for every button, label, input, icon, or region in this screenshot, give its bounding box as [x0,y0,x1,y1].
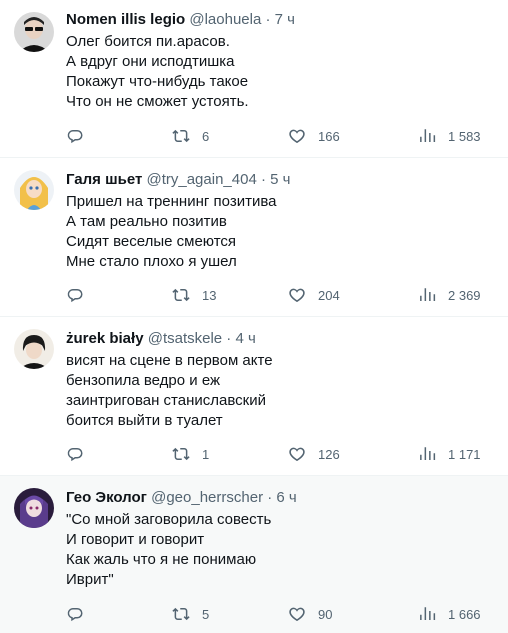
like-count: 204 [318,287,340,303]
heart-icon [289,447,305,462]
tweet[interactable]: Галя шьет @try_again_404 · 5 ч Пришел на… [0,158,508,317]
tweet-line: Как жаль что я не понимаю [66,551,257,568]
views-icon [420,129,436,142]
reply-button[interactable] [66,126,96,146]
tweet[interactable]: żurek biały @tsatskele · 4 ч висят на сц… [0,317,508,476]
avatar[interactable] [14,170,54,210]
separator: · [222,330,236,347]
tweet-line: бензопила ведро и еж [66,372,221,389]
tweet-header: Nomen illis legio @laohuela · 7 ч [66,10,496,30]
tweet-line: Иврит" [66,571,114,588]
view-count: 1 171 [448,446,481,462]
tweet-line: А там реально позитив [66,213,227,230]
tweet-line: Мне стало плохо я ушел [66,253,237,270]
tweet-line: А вдруг они исподтишка [66,53,235,70]
timestamp[interactable]: 7 ч [275,11,295,28]
avatar[interactable] [14,12,54,52]
tweet-header: Галя шьет @try_again_404 · 5 ч [66,170,496,190]
display-name[interactable]: Гео Эколог [66,489,147,506]
views-icon [420,447,436,460]
retweet-icon [172,129,190,143]
retweet-count: 1 [202,446,210,462]
timestamp[interactable]: 4 ч [235,330,255,347]
retweet-count: 6 [202,128,210,144]
tweet-text: висят на сцене в первом акте бензопила в… [66,351,496,431]
like-button[interactable]: 166 [288,126,340,146]
reply-icon [67,608,83,622]
tweet[interactable]: Гео Эколог @geo_herrscher · 6 ч "Со мной… [0,476,508,633]
tweet-line: Пришел на треннинг позитива [66,193,277,210]
separator: · [263,489,277,506]
tweet-header: żurek biały @tsatskele · 4 ч [66,329,496,349]
reply-button[interactable] [66,285,96,305]
tweet-line: заинтригован станиславский [66,392,266,409]
view-count: 1 583 [448,128,481,144]
tweet-line: Олег боится пи.арасов. [66,33,230,50]
retweet-button[interactable]: 5 [172,604,209,624]
tweet-line: боится выйти в туалет [66,412,223,429]
display-name[interactable]: Галя шьет [66,171,142,188]
heart-icon [289,607,305,622]
retweet-button[interactable]: 13 [172,285,216,305]
display-name[interactable]: żurek biały [66,330,144,347]
views-icon [420,607,436,620]
reply-icon [67,130,83,144]
reply-icon [67,289,83,303]
views-button[interactable]: 1 171 [418,444,481,464]
retweet-icon [172,288,190,302]
timeline-feed: Nomen illis legio @laohuela · 7 ч Олег б… [0,0,508,633]
action-bar: 6 166 1 583 [66,126,496,146]
handle[interactable]: @try_again_404 [146,171,256,188]
action-bar: 13 204 2 369 [66,285,496,305]
retweet-icon [172,447,190,461]
like-count: 166 [318,128,340,144]
like-button[interactable]: 126 [288,444,340,464]
tweet-line: И говорит и говорит [66,531,205,548]
retweet-button[interactable]: 6 [172,126,209,146]
views-icon [420,288,436,301]
handle[interactable]: @laohuela [189,11,261,28]
reply-icon [67,448,83,462]
views-button[interactable]: 1 666 [418,604,481,624]
tweet-header: Гео Эколог @geo_herrscher · 6 ч [66,488,496,508]
action-bar: 1 126 1 171 [66,444,496,464]
like-button[interactable]: 204 [288,285,340,305]
view-count: 2 369 [448,287,481,303]
retweet-count: 5 [202,606,210,622]
tweet[interactable]: Nomen illis legio @laohuela · 7 ч Олег б… [0,0,508,158]
handle[interactable]: @tsatskele [148,330,222,347]
like-count: 126 [318,446,340,462]
tweet-text: "Со мной заговорила совесть И говорит и … [66,510,496,590]
heart-icon [289,288,305,303]
like-count: 90 [318,606,333,622]
avatar[interactable] [14,488,54,528]
tweet-line: Что он не сможет устоять. [66,93,249,110]
views-button[interactable]: 1 583 [418,126,481,146]
action-bar: 5 90 1 666 [66,604,496,624]
retweet-button[interactable]: 1 [172,444,209,464]
reply-button[interactable] [66,604,96,624]
separator: · [261,11,275,28]
like-button[interactable]: 90 [288,604,332,624]
avatar[interactable] [14,329,54,369]
display-name[interactable]: Nomen illis legio [66,11,185,28]
tweet-line: Покажут что-нибудь такое [66,73,249,90]
handle[interactable]: @geo_herrscher [151,489,263,506]
tweet-line: висят на сцене в первом акте [66,352,273,369]
reply-button[interactable] [66,444,96,464]
timestamp[interactable]: 5 ч [270,171,290,188]
tweet-line: "Со мной заговорила совесть [66,511,272,528]
heart-icon [289,129,305,144]
tweet-line: Сидят веселые смеются [66,233,237,250]
retweet-count: 13 [202,287,217,303]
timestamp[interactable]: 6 ч [276,489,296,506]
view-count: 1 666 [448,606,481,622]
tweet-text: Олег боится пи.арасов. А вдруг они испод… [66,32,496,112]
tweet-text: Пришел на треннинг позитива А там реальн… [66,192,496,272]
views-button[interactable]: 2 369 [418,285,481,305]
retweet-icon [172,607,190,621]
separator: · [256,171,271,188]
